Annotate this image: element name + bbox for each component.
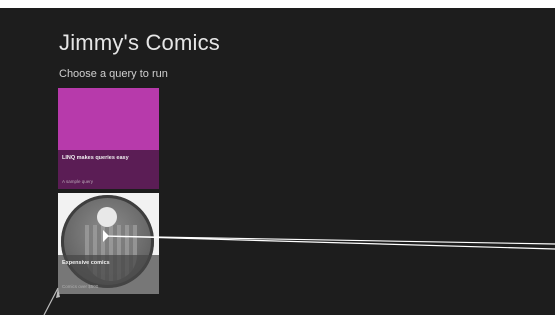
annotation-overlay	[43, 230, 555, 315]
callout-arrowhead	[103, 230, 109, 242]
annotation-arrow-line	[43, 287, 59, 315]
app-window: Jimmy's Comics Choose a query to run LIN…	[0, 0, 555, 315]
annotation-callout-line	[102, 235, 555, 250]
